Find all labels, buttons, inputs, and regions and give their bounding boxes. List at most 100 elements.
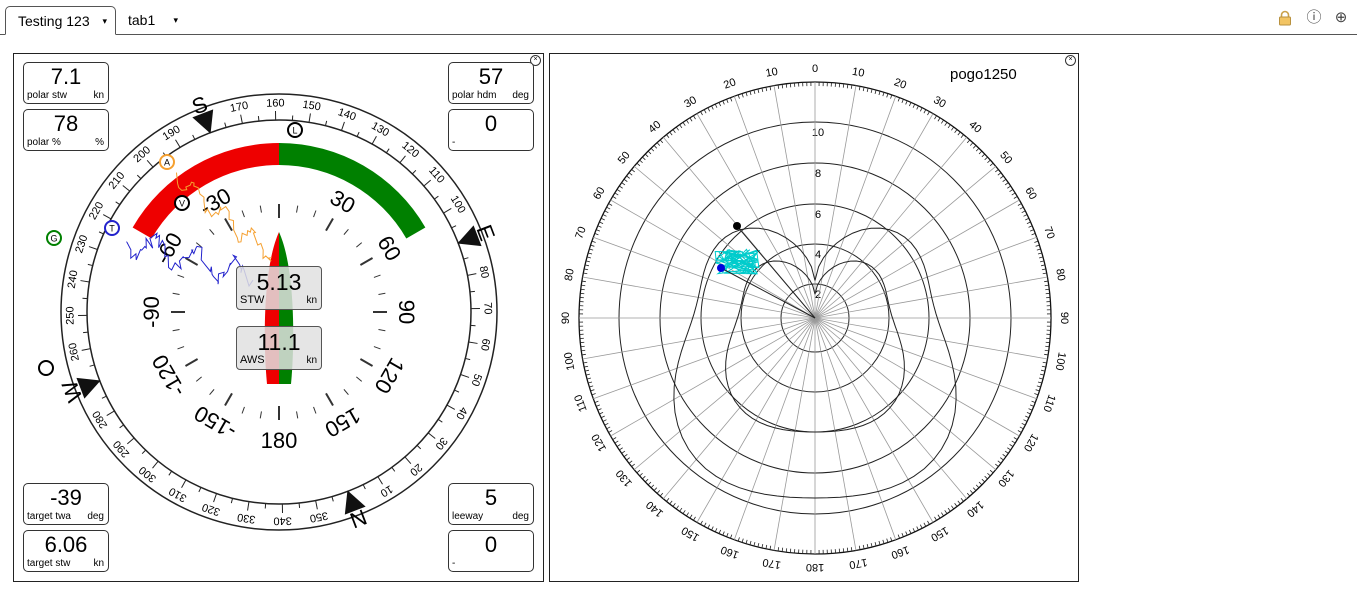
polar-ring-label: 8 <box>815 168 821 180</box>
polar-minor-tick <box>596 229 601 232</box>
polar-spoke <box>814 317 1037 400</box>
polar-minor-tick <box>989 162 994 167</box>
vmg-marker: V <box>174 195 190 211</box>
polar-minor-tick <box>846 547 849 552</box>
polar-minor-tick <box>623 454 628 458</box>
polar-minor-tick <box>1009 444 1014 447</box>
polar-minor-tick <box>765 544 768 549</box>
polar-minor-tick <box>703 522 707 527</box>
polar-minor-tick <box>616 189 621 192</box>
polar-minor-tick <box>1000 175 1004 179</box>
polar-minor-tick <box>916 526 919 531</box>
polar-minor-tick <box>1011 440 1016 444</box>
polar-minor-tick <box>1023 214 1028 217</box>
info-icon[interactable]: ⓘ <box>1306 10 1322 26</box>
vmg-marker-label: V <box>179 199 185 209</box>
polar-angle-label: 50 <box>616 149 633 166</box>
polar-minor-tick <box>761 543 764 549</box>
heading-label: 250 <box>64 306 76 325</box>
ground-marker-label: G <box>50 234 57 244</box>
polar-minor-tick <box>656 142 661 146</box>
compass-panel: × 10 20 30 40 50 60 70 80 100 110 120 130 140 150 160 1… <box>13 53 544 582</box>
polar-minor-tick <box>581 349 586 352</box>
polar-minor-tick <box>905 531 908 536</box>
polar-minor-tick <box>912 528 916 533</box>
polar-minor-tick <box>1002 454 1007 458</box>
polar-minor-tick <box>1042 272 1047 275</box>
lock-icon[interactable] <box>1277 10 1293 26</box>
leeway-label: leeway <box>452 511 484 522</box>
polar-pct-label: polar % <box>27 137 61 148</box>
blank-top-value: 0 <box>484 111 498 136</box>
polar-minor-tick <box>686 119 689 124</box>
polar-minor-tick <box>588 252 593 255</box>
stw-readout: 5.13 STW kn <box>236 266 322 310</box>
polar-ring-label: 10 <box>812 127 824 139</box>
leeway-unit: deg <box>512 511 529 522</box>
tab-tab1[interactable]: tab1 ▾ <box>116 6 186 34</box>
heading-label: 80 <box>477 265 491 279</box>
tab-testing-123[interactable]: Testing 123 ▾ <box>5 6 116 35</box>
tab-label: Testing 123 <box>18 13 90 29</box>
polar-stw-unit: kn <box>93 90 104 101</box>
polar-minor-tick <box>745 92 748 97</box>
polar-minor-tick <box>700 111 703 116</box>
polar-minor-tick <box>679 124 683 129</box>
waypoint-marker <box>38 360 54 376</box>
polar-minor-tick <box>606 426 611 430</box>
polar-minor-tick <box>1042 361 1047 364</box>
laylines-marker-label: L <box>292 126 297 136</box>
polar-angle-label: 90 <box>1058 312 1070 324</box>
chevron-down-icon[interactable]: ▾ <box>102 7 107 35</box>
polar-minor-tick <box>1040 260 1045 263</box>
relative-label: 90 <box>394 300 419 324</box>
polar-minor-tick <box>901 99 904 104</box>
polar-angle-label: 160 <box>719 543 740 561</box>
polar-minor-tick <box>1019 426 1024 430</box>
blank-bottom-value: 0 <box>484 532 498 557</box>
polar-minor-tick <box>636 469 641 474</box>
polar-minor-tick <box>626 457 630 461</box>
polar-angle-label: 150 <box>929 524 951 544</box>
polar-minor-tick <box>1035 389 1040 392</box>
heading-label: 340 <box>273 514 292 526</box>
polar-minor-tick <box>923 522 927 527</box>
polar-minor-tick <box>599 221 604 225</box>
polar-minor-tick <box>984 156 988 161</box>
polar-minor-tick <box>862 544 865 549</box>
polar-minor-tick <box>862 87 865 92</box>
polar-minor-tick <box>781 547 784 552</box>
polar-minor-tick <box>972 145 977 149</box>
polar-minor-tick <box>647 481 652 486</box>
polar-minor-tick <box>703 109 707 114</box>
polar-angle-label: 120 <box>1021 432 1041 454</box>
polar-angle-label: 10 <box>851 66 865 80</box>
ground-marker: G <box>46 230 62 246</box>
polar-minor-tick <box>1044 353 1049 356</box>
polar-minor-tick <box>1038 256 1044 259</box>
polar-minor-tick <box>584 264 590 267</box>
polar-minor-tick <box>941 119 944 124</box>
polar-minor-tick <box>1013 196 1018 199</box>
polar-minor-tick <box>749 540 752 545</box>
laylines-marker: L <box>287 122 303 138</box>
polar-minor-tick <box>590 389 595 392</box>
polar-minor-tick <box>1025 415 1030 419</box>
polar-angle-label: 30 <box>931 94 948 111</box>
stw-unit: kn <box>306 295 317 306</box>
polar-minor-tick <box>686 512 689 517</box>
polar-minor-tick <box>850 547 853 552</box>
polar-minor-tick <box>989 469 994 474</box>
polar-minor-tick <box>581 353 586 356</box>
polar-spoke <box>814 317 897 540</box>
polar-angle-label: 20 <box>892 76 908 91</box>
polar-minor-tick <box>679 507 683 512</box>
polar-minor-tick <box>614 440 619 444</box>
tab-label: tab1 <box>128 12 156 28</box>
polar-target-point <box>733 222 741 230</box>
polar-minor-tick <box>905 100 908 105</box>
polar-minor-tick <box>944 122 948 126</box>
add-icon[interactable]: ⊕ <box>1333 10 1349 26</box>
chevron-down-icon[interactable]: ▾ <box>173 6 178 34</box>
polar-minor-tick <box>599 411 604 415</box>
